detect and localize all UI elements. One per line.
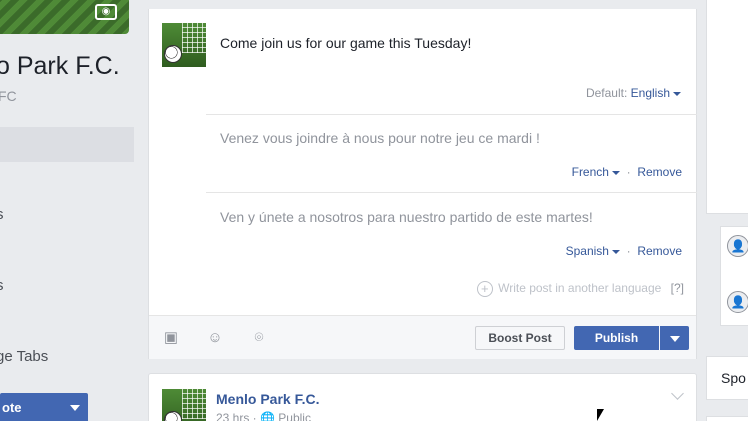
composer-footer: ▣ ☺ ⌾ Boost Post Publish (149, 315, 696, 359)
publish-button[interactable]: Publish (574, 326, 659, 350)
location-pin-icon[interactable]: ⌾ (250, 329, 268, 347)
camera-icon[interactable]: ▣ (162, 329, 180, 347)
plus-circle-icon: + (476, 281, 493, 297)
dot-separator: · (626, 165, 631, 179)
add-language-link[interactable]: + Write post in another language [?] (476, 281, 684, 297)
chevron-down-icon (673, 91, 681, 96)
post-composer: Come join us for our game this Tuesday! … (148, 9, 697, 359)
sidebar-item[interactable]: s (0, 277, 4, 294)
page-username: FC (0, 88, 17, 104)
soccer-ball-graphic (164, 411, 182, 421)
divider (206, 192, 697, 193)
page-title[interactable]: o Park F.C. (0, 52, 120, 81)
language-label: French (571, 165, 609, 179)
language-select-spanish[interactable]: Spanish (566, 244, 620, 258)
right-panel-people: 👤 👤 (720, 226, 748, 326)
add-language-label: Write post in another language (498, 281, 662, 296)
remove-spanish-link[interactable]: Remove (637, 244, 682, 258)
sidebar-item[interactable]: s (0, 206, 4, 223)
default-language-row: Default: English (586, 86, 681, 100)
post-meta: 23 hrs · 🌐 Public (216, 411, 311, 421)
camera-icon[interactable]: ◉ (95, 4, 117, 20)
remove-french-link[interactable]: Remove (637, 165, 682, 179)
post-text[interactable]: Come join us for our game this Tuesday! (220, 35, 471, 51)
avatar (162, 23, 206, 67)
default-language-value: English (630, 86, 670, 100)
chevron-down-icon (611, 170, 620, 175)
promote-label: ote (2, 400, 22, 415)
emoji-icon[interactable]: ☺ (206, 329, 224, 347)
default-language-prefix: Default: (585, 86, 628, 100)
divider (206, 114, 697, 115)
chevron-down-icon[interactable] (671, 387, 684, 400)
feed-post: Menlo Park F.C. 23 hrs · 🌐 Public (148, 373, 697, 421)
language-select-french[interactable]: French (572, 165, 620, 179)
translation-controls-spanish: Spanish · Remove (566, 244, 682, 258)
language-label: Spanish (565, 244, 609, 258)
sidebar-item-manage-tabs[interactable]: ge Tabs (0, 348, 48, 365)
dot-separator: · (626, 244, 631, 258)
profile-picture[interactable]: ◉ (0, 0, 129, 34)
translation-text-spanish[interactable]: Ven y únete a nosotros para nuestro part… (220, 209, 593, 225)
avatar[interactable] (162, 389, 206, 421)
right-panel (706, 0, 748, 214)
left-sidebar: ◉ o Park F.C. FC s s ge Tabs ote (0, 0, 136, 421)
person-icon[interactable]: 👤 (727, 235, 748, 257)
goal-net-graphic (182, 23, 206, 53)
translation-controls-french: French · Remove (572, 165, 682, 179)
post-author-link[interactable]: Menlo Park F.C. (216, 391, 319, 407)
promote-button[interactable]: ote (0, 393, 88, 421)
soccer-ball-graphic (164, 45, 182, 63)
help-link[interactable]: [?] (671, 281, 684, 295)
sponsored-header: Spo (706, 356, 748, 400)
person-icon[interactable]: 👤 (727, 291, 748, 313)
right-panel (706, 416, 748, 421)
goal-net-graphic (182, 389, 206, 419)
mouse-cursor-icon (597, 409, 604, 421)
translation-text-french[interactable]: Venez vous joindre à nous pour notre jeu… (220, 130, 540, 146)
publish-options-button[interactable] (660, 326, 689, 350)
chevron-down-icon (611, 249, 620, 254)
sidebar-item-active[interactable] (0, 127, 134, 162)
default-language-select[interactable]: English (631, 86, 681, 100)
boost-post-button[interactable]: Boost Post (475, 326, 565, 350)
chevron-down-icon (70, 405, 80, 411)
